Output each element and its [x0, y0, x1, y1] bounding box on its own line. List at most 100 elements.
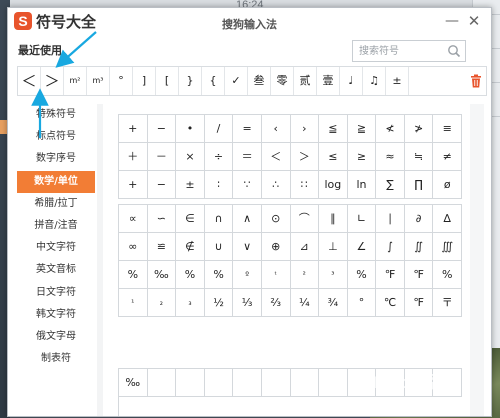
symbol-cell[interactable]: ∪	[204, 233, 234, 261]
symbol-cell[interactable]: ∑	[376, 171, 405, 199]
recent-symbol-button[interactable]: 壹	[317, 67, 340, 95]
symbol-cell[interactable]: ‰	[119, 369, 148, 397]
symbol-cell[interactable]: ≤	[319, 143, 348, 171]
symbol-cell[interactable]: ∈	[176, 205, 205, 233]
symbol-cell[interactable]: ⌒	[290, 205, 320, 233]
symbol-cell[interactable]: ℉	[404, 261, 434, 289]
symbol-cell[interactable]	[176, 369, 205, 397]
symbol-cell[interactable]: ∠	[347, 233, 377, 261]
recent-symbol-button[interactable]: [	[156, 67, 179, 95]
symbol-cell[interactable]: log	[319, 171, 348, 199]
symbol-cell[interactable]: ℃	[376, 289, 405, 317]
symbol-cell[interactable]: ∣	[376, 205, 405, 233]
title-bar[interactable]: S 符号大全 搜狗输入法 — ✕	[8, 8, 491, 36]
symbol-cell[interactable]: ±	[176, 171, 205, 199]
symbol-cell[interactable]: ＞	[290, 143, 320, 171]
recent-symbol-button[interactable]: °	[110, 67, 133, 95]
sidebar-category-item[interactable]: 数字序号	[17, 148, 95, 170]
symbol-cell[interactable]: ≮	[376, 115, 405, 143]
symbol-cell[interactable]: ø	[433, 171, 462, 199]
symbol-cell[interactable]: %	[176, 261, 205, 289]
symbol-cell[interactable]: ¹	[119, 289, 148, 317]
symbol-cell[interactable]: ¼	[290, 289, 320, 317]
symbol-cell[interactable]: ⊿	[290, 233, 320, 261]
symbol-cell[interactable]	[233, 369, 262, 397]
symbol-cell[interactable]	[147, 369, 177, 397]
search-icon[interactable]	[447, 44, 461, 58]
symbol-cell[interactable]: =	[233, 115, 262, 143]
symbol-cell[interactable]: %	[347, 261, 377, 289]
symbol-cell[interactable]: ∫	[376, 233, 405, 261]
symbol-cell[interactable]: ≦	[319, 115, 348, 143]
search-box[interactable]	[352, 40, 466, 62]
recent-symbol-button[interactable]: m³	[87, 67, 110, 95]
symbol-cell[interactable]: ＜	[261, 143, 291, 171]
symbol-cell[interactable]: ∆	[433, 205, 462, 233]
symbol-cell[interactable]: ⊕	[261, 233, 291, 261]
recent-symbol-button[interactable]: 零	[271, 67, 294, 95]
symbol-cell[interactable]: +	[119, 115, 148, 143]
sidebar-category-item[interactable]: 日文字符	[17, 282, 95, 304]
symbol-cell[interactable]: ½	[204, 289, 234, 317]
symbol-cell[interactable]: ≌	[147, 233, 177, 261]
symbol-cell[interactable]: ∷	[290, 171, 320, 199]
symbol-cell[interactable]: ＋	[119, 143, 148, 171]
trash-icon[interactable]	[466, 67, 486, 95]
symbol-cell[interactable]: ∽	[147, 205, 177, 233]
sidebar-category-item[interactable]: 希腊/拉丁	[17, 193, 95, 215]
symbol-cell[interactable]: ᵗ	[261, 261, 291, 289]
symbol-cell[interactable]: ∏	[404, 171, 434, 199]
recent-symbol-button[interactable]: ＜	[18, 67, 41, 95]
recent-symbol-button[interactable]: ✓	[225, 67, 248, 95]
sidebar-category-item[interactable]: 中文字符	[17, 237, 95, 259]
symbol-cell[interactable]: ∉	[176, 233, 205, 261]
symbol-cell[interactable]: ≯	[404, 115, 434, 143]
symbol-cell[interactable]	[290, 369, 320, 397]
symbol-cell[interactable]: ⅔	[261, 289, 291, 317]
recent-symbol-button[interactable]: {	[202, 67, 225, 95]
recent-symbol-button[interactable]: 贰	[294, 67, 317, 95]
sidebar-category-item[interactable]: 特殊符号	[17, 104, 95, 126]
symbol-cell[interactable]: ∝	[119, 205, 148, 233]
symbol-cell[interactable]: ‰	[147, 261, 177, 289]
symbol-cell[interactable]: ≒	[404, 143, 434, 171]
symbol-cell[interactable]: +	[119, 171, 148, 199]
symbol-cell[interactable]: ≥	[347, 143, 377, 171]
symbol-cell[interactable]: •	[176, 115, 205, 143]
recent-symbol-button[interactable]: ＞	[41, 67, 64, 95]
search-input[interactable]	[353, 41, 445, 61]
symbol-cell[interactable]: ln	[347, 171, 377, 199]
symbol-cell[interactable]: ³	[319, 261, 348, 289]
symbol-cell[interactable]: ∂	[404, 205, 434, 233]
sidebar-scrollbar[interactable]	[97, 104, 103, 416]
symbol-cell[interactable]: ‹	[261, 115, 291, 143]
recent-symbol-button[interactable]: ♫	[363, 67, 386, 95]
symbol-cell[interactable]: º	[233, 261, 262, 289]
symbol-cell[interactable]: ≧	[347, 115, 377, 143]
symbol-cell[interactable]: %	[204, 261, 234, 289]
symbol-cell[interactable]: ×	[176, 143, 205, 171]
symbol-cell[interactable]: ₃	[176, 289, 205, 317]
symbol-cell[interactable]: ℉	[404, 289, 434, 317]
symbol-cell[interactable]: ∧	[233, 205, 262, 233]
symbol-cell[interactable]: ₂	[147, 289, 177, 317]
symbol-cell[interactable]: ∭	[433, 233, 462, 261]
symbol-cell[interactable]: °	[347, 289, 377, 317]
symbol-cell[interactable]	[204, 369, 234, 397]
recent-symbol-button[interactable]: 叁	[248, 67, 271, 95]
symbol-cell[interactable]: ⊥	[319, 233, 348, 261]
recent-symbol-button[interactable]: }	[179, 67, 202, 95]
symbol-cell[interactable]: ∶	[204, 171, 234, 199]
symbol-cell[interactable]: ＝	[233, 143, 262, 171]
symbol-cell[interactable]: %	[433, 261, 462, 289]
symbol-cell[interactable]: %	[119, 261, 148, 289]
recent-symbol-button[interactable]: ±	[386, 67, 409, 95]
symbol-cell[interactable]: ∵	[233, 171, 262, 199]
symbol-cell[interactable]: ⅓	[233, 289, 262, 317]
symbol-cell[interactable]	[319, 369, 348, 397]
symbol-cell[interactable]: ›	[290, 115, 320, 143]
recent-symbol-button[interactable]: m²	[64, 67, 87, 95]
symbol-cell[interactable]: ∬	[404, 233, 434, 261]
symbol-cell[interactable]: ≡	[433, 115, 462, 143]
sidebar-category-item[interactable]: 制表符	[17, 348, 95, 370]
